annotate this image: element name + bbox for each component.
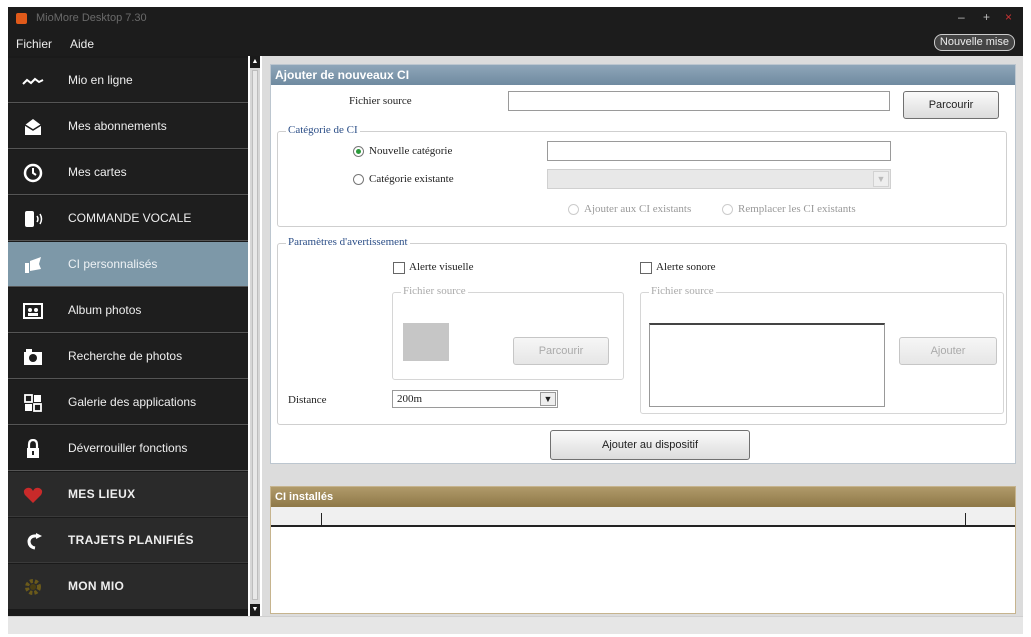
column-divider[interactable] <box>321 513 322 527</box>
sidebar-item-mes-lieux[interactable]: MES LIEUX <box>8 472 248 517</box>
photo-album-icon <box>22 301 44 321</box>
signal-icon <box>22 71 44 91</box>
image-preview <box>403 323 449 361</box>
menu-bar: Fichier Aide Nouvelle mise <box>8 31 1023 56</box>
window-title: MioMore Desktop 7.30 <box>36 12 147 24</box>
add-to-existing-label: Ajouter aux CI existants <box>584 203 692 215</box>
sidebar-item-mes-cartes[interactable]: Mes cartes <box>8 150 248 195</box>
replace-existing-radio <box>722 204 733 215</box>
add-to-device-button[interactable]: Ajouter au dispositif <box>550 430 750 460</box>
chevron-down-icon: ▼ <box>540 392 556 406</box>
maximize-button[interactable]: + <box>983 10 990 24</box>
sidebar-item-label: Album photos <box>68 303 142 317</box>
sound-alert-checkbox[interactable] <box>640 262 652 274</box>
minimize-button[interactable]: – <box>958 10 965 24</box>
installed-poi-panel: CI installés <box>270 486 1016 614</box>
distance-label: Distance <box>288 394 327 406</box>
add-poi-panel: Ajouter de nouveaux CI Fichier source Pa… <box>270 64 1016 464</box>
sidebar-item-label: Déverrouiller fonctions <box>68 441 188 455</box>
visual-alert-label: Alerte visuelle <box>409 261 474 273</box>
sound-alert-label: Alerte sonore <box>656 261 716 273</box>
new-category-label: Nouvelle catégorie <box>369 145 453 157</box>
app-grid-icon <box>22 393 44 413</box>
sidebar-item-album-photos[interactable]: Album photos <box>8 288 248 333</box>
app-logo-icon <box>16 13 27 24</box>
title-bar: MioMore Desktop 7.30 – + × <box>8 7 1023 31</box>
visual-alert-checkbox[interactable] <box>393 262 405 274</box>
voice-icon <box>22 209 44 229</box>
scroll-up-icon[interactable]: ▲ <box>250 56 260 68</box>
scrollbar-thumb[interactable] <box>252 70 258 600</box>
sound-add-button: Ajouter <box>899 337 997 365</box>
category-legend: Catégorie de CI <box>286 124 360 136</box>
route-icon <box>22 531 44 551</box>
sidebar-item-mes-abonnements[interactable]: Mes abonnements <box>8 104 248 149</box>
scroll-down-icon[interactable]: ▼ <box>250 604 260 616</box>
sidebar-item-label: Mes cartes <box>68 165 127 179</box>
sidebar-item-label: Mio en ligne <box>68 73 133 87</box>
visual-source-legend: Fichier source <box>401 285 468 297</box>
sidebar-item-label: Mes abonnements <box>68 119 167 133</box>
flag-icon <box>22 255 44 275</box>
sidebar-scrollbar[interactable]: ▲ ▼ <box>250 56 260 616</box>
sidebar-item-deverrouiller-fonctions[interactable]: Déverrouiller fonctions <box>8 426 248 471</box>
existing-category-radio[interactable] <box>353 174 364 185</box>
installed-column-header <box>271 507 1015 527</box>
visual-source-group: Fichier source Parcourir <box>392 285 624 380</box>
close-button[interactable]: × <box>1005 10 1012 24</box>
sidebar-item-galerie-des-applications[interactable]: Galerie des applications <box>8 380 248 425</box>
alert-legend: Paramètres d'avertissement <box>286 236 410 248</box>
browse-button[interactable]: Parcourir <box>903 91 999 119</box>
new-category-input[interactable] <box>547 141 891 161</box>
sidebar-item-mio-en-ligne[interactable]: Mio en ligne <box>8 58 248 103</box>
camera-icon <box>22 347 44 367</box>
sidebar: Mio en ligne Mes abonnements Mes cartes … <box>8 56 248 616</box>
sidebar-item-trajets-planifies[interactable]: TRAJETS PLANIFIÉS <box>8 518 248 563</box>
column-divider[interactable] <box>965 513 966 527</box>
status-bar <box>8 616 1023 634</box>
sidebar-item-label: CI personnalisés <box>68 257 158 271</box>
sidebar-item-ci-personnalises[interactable]: CI personnalisés <box>8 242 248 287</box>
distance-select[interactable]: 200m ▼ <box>392 390 558 408</box>
alert-settings-group: Paramètres d'avertissement Alerte visuel… <box>277 236 1007 425</box>
gear-icon <box>22 577 44 597</box>
new-map-button[interactable]: Nouvelle mise <box>933 34 1015 51</box>
existing-category-select: ▼ <box>547 169 891 189</box>
sidebar-item-label: Recherche de photos <box>68 349 183 363</box>
chevron-down-icon: ▼ <box>873 171 889 187</box>
sidebar-item-label: TRAJETS PLANIFIÉS <box>68 533 194 547</box>
sidebar-item-label: MES LIEUX <box>68 487 136 501</box>
replace-existing-label: Remplacer les CI existants <box>738 203 856 215</box>
compass-icon <box>22 163 44 183</box>
panel-title: Ajouter de nouveaux CI <box>271 65 1015 85</box>
installed-title: CI installés <box>271 487 1015 507</box>
main-content: Ajouter de nouveaux CI Fichier source Pa… <box>262 56 1023 616</box>
new-category-radio[interactable] <box>353 146 364 157</box>
source-file-input[interactable] <box>508 91 890 111</box>
source-file-label: Fichier source <box>349 95 412 107</box>
sidebar-item-label: MON MIO <box>68 579 125 593</box>
lock-icon <box>22 438 44 459</box>
sound-source-group: Fichier source Ajouter <box>640 285 1004 414</box>
envelope-icon <box>22 117 44 137</box>
distance-value: 200m <box>397 393 423 405</box>
sound-source-legend: Fichier source <box>649 285 716 297</box>
menu-aide[interactable]: Aide <box>70 37 94 51</box>
menu-fichier[interactable]: Fichier <box>16 37 52 51</box>
visual-browse-button: Parcourir <box>513 337 609 365</box>
sidebar-item-mon-mio[interactable]: MON MIO <box>8 564 248 609</box>
heart-icon <box>22 485 44 505</box>
sidebar-item-label: COMMANDE VOCALE <box>68 211 192 225</box>
sidebar-item-commande-vocale[interactable]: COMMANDE VOCALE <box>8 196 248 241</box>
existing-category-label: Catégorie existante <box>369 173 454 185</box>
sidebar-item-label: Galerie des applications <box>68 395 197 409</box>
sound-file-list[interactable] <box>649 323 885 407</box>
add-to-existing-radio <box>568 204 579 215</box>
sidebar-item-recherche-de-photos[interactable]: Recherche de photos <box>8 334 248 379</box>
category-group: Catégorie de CI Nouvelle catégorie Catég… <box>277 124 1007 227</box>
